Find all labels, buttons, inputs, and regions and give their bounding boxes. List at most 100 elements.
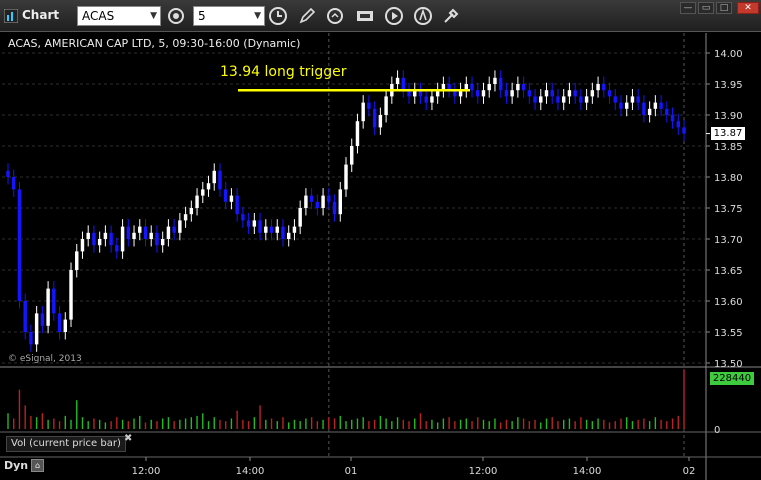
close-button[interactable]: ✕ xyxy=(737,2,759,14)
candle-body xyxy=(332,201,337,215)
candle-body xyxy=(57,313,62,332)
candle-body xyxy=(115,245,119,252)
clock-icon[interactable] xyxy=(268,6,288,26)
y-tick-label: 13.80 xyxy=(714,173,743,184)
candle-body xyxy=(527,90,532,97)
candle-body xyxy=(258,220,262,233)
candle-body xyxy=(544,90,549,97)
x-tick-label: 14:00 xyxy=(573,466,602,477)
chart-area[interactable]: 14.00 13.95 13.90 13.85 13.80 13.75 13.70 13.65… xyxy=(0,33,761,480)
candle-body xyxy=(521,84,526,91)
candle-body xyxy=(80,239,85,252)
candle-body xyxy=(659,102,663,109)
y-tick-label: 13.60 xyxy=(714,297,743,308)
candle-body xyxy=(29,332,33,345)
candle-body xyxy=(378,115,383,128)
candle-body xyxy=(556,96,560,103)
dynamic-mode-label[interactable]: Dyn xyxy=(4,459,28,472)
chart-svg[interactable]: 14.00 13.95 13.90 13.85 13.80 13.75 13.70 13.65… xyxy=(0,33,761,480)
y-tick-label: 13.90 xyxy=(714,111,743,122)
current-volume-badge: 228440 xyxy=(710,372,754,385)
current-price-badge: 13.87 xyxy=(711,127,745,140)
candle-body xyxy=(63,319,68,332)
candle-body xyxy=(195,195,199,208)
lock-icon[interactable]: ⌂ xyxy=(31,459,44,472)
volume-panel-label[interactable]: Vol (current price bar) xyxy=(6,436,126,452)
candle-body xyxy=(327,195,331,202)
y-tick-label: 13.55 xyxy=(714,328,743,339)
candle-body xyxy=(401,77,406,91)
candle-body xyxy=(584,96,589,103)
candle-body xyxy=(481,90,486,97)
candle-body xyxy=(97,239,102,246)
cursor-icon[interactable] xyxy=(355,6,375,26)
candle-body xyxy=(264,226,268,233)
candle-body xyxy=(630,96,635,103)
candle-body xyxy=(40,313,45,326)
candle-body xyxy=(642,102,646,115)
candle-body xyxy=(178,220,182,233)
candle-body xyxy=(155,232,159,246)
alert-icon[interactable] xyxy=(413,6,433,26)
candle-body xyxy=(229,195,234,202)
candle-body xyxy=(504,90,509,97)
candle-body xyxy=(103,232,108,239)
candle-body xyxy=(516,84,520,91)
candle-body xyxy=(212,170,216,184)
candle-body xyxy=(241,214,245,221)
candle-body xyxy=(561,96,566,103)
candle-body xyxy=(201,189,205,196)
candle-body xyxy=(550,90,554,97)
y-tick-label: 13.50 xyxy=(714,359,743,370)
candle-body xyxy=(395,77,400,84)
candle-body xyxy=(682,127,686,134)
restore-button[interactable]: ▭ xyxy=(698,2,714,14)
candle-body xyxy=(23,301,27,332)
x-tick-label: 12:00 xyxy=(132,466,161,477)
candle-body xyxy=(160,239,165,246)
volume-panel-text: Vol (current price bar) xyxy=(11,438,121,449)
chevron-down-icon[interactable]: ▼ xyxy=(254,7,261,25)
candle-body xyxy=(344,164,348,190)
candle-body xyxy=(372,108,377,128)
symbol-combo[interactable]: ACAS ▼ xyxy=(77,6,161,26)
candle-body xyxy=(476,90,480,97)
pencil-icon[interactable] xyxy=(297,6,317,26)
candle-body xyxy=(298,208,302,227)
minimize-button[interactable]: — xyxy=(680,2,696,14)
interval-value: 5 xyxy=(198,9,206,23)
candle-body xyxy=(636,96,640,103)
candle-body xyxy=(281,226,285,239)
symbol-info: ACAS, AMERICAN CAP LTD, 5, 09:30-16:00 (… xyxy=(8,37,301,50)
play-icon[interactable] xyxy=(384,6,404,26)
maximize-button[interactable]: □ xyxy=(716,2,732,14)
refresh-icon[interactable] xyxy=(325,6,345,26)
candle-body xyxy=(246,220,251,227)
candle-body xyxy=(206,183,211,190)
candle-body xyxy=(218,170,222,190)
interval-combo[interactable]: 5 ▼ xyxy=(193,6,265,26)
candle-body xyxy=(590,90,595,97)
chevron-down-icon[interactable]: ▼ xyxy=(150,7,157,25)
candle-body xyxy=(596,84,600,91)
candle-body xyxy=(143,226,148,239)
candle-body xyxy=(350,146,354,165)
candle-body xyxy=(607,90,612,97)
candle-body xyxy=(46,288,50,326)
settings-cog-icon[interactable] xyxy=(166,6,186,26)
candle-body xyxy=(304,195,308,208)
y-tick-label: 13.70 xyxy=(714,235,743,246)
candle-body xyxy=(315,201,320,208)
window-titlebar: Chart ACAS ▼ 5 ▼ — ▭ □ ✕ xyxy=(0,0,761,32)
close-icon[interactable]: ✖ xyxy=(124,433,132,444)
candle-body xyxy=(676,121,680,128)
watermark: © eSignal, 2013 xyxy=(8,354,82,364)
tools-icon[interactable] xyxy=(441,6,461,26)
symbol-value: ACAS xyxy=(82,9,115,23)
candle-body xyxy=(86,232,90,239)
candle-body xyxy=(120,226,125,252)
candle-body xyxy=(172,226,176,233)
candle-body xyxy=(109,232,113,246)
y-tick-label: 13.65 xyxy=(714,266,743,277)
candle-body xyxy=(647,108,652,115)
